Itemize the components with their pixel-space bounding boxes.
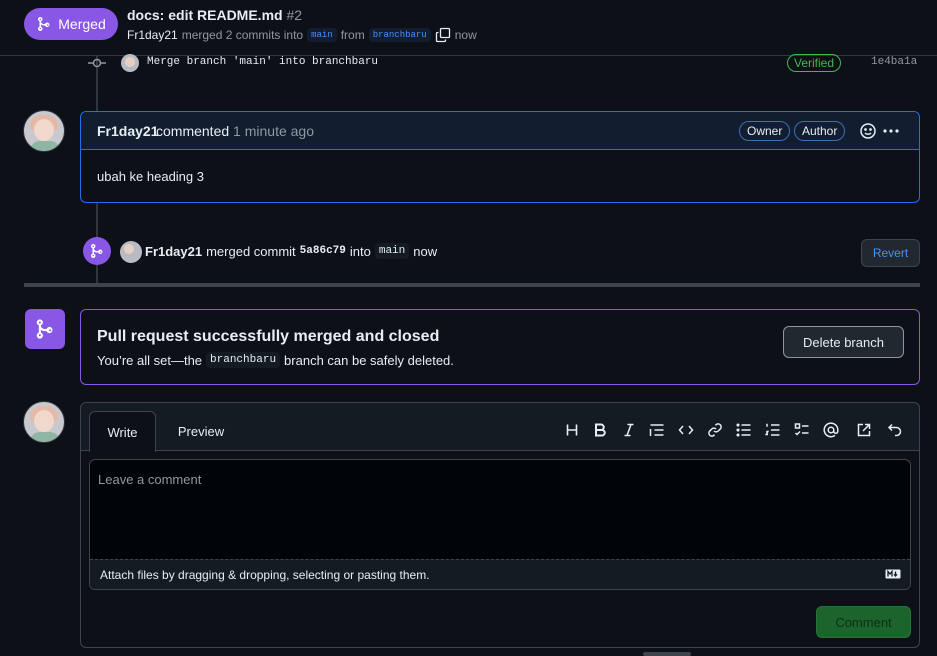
pr-number: #2: [286, 7, 303, 23]
merge-verb: merged commit: [206, 243, 296, 259]
attach-files-text: Attach files by dragging & dropping, sel…: [100, 568, 430, 582]
merged-status-badge: Merged: [24, 8, 118, 40]
pr-meta: Fr1day21 merged 2 commits into main from…: [127, 27, 477, 43]
merged-banner-branch[interactable]: branchbaru: [206, 352, 281, 368]
merge-into-text: into: [349, 243, 371, 259]
undo-icon[interactable]: [886, 421, 904, 439]
avatar[interactable]: [23, 401, 65, 443]
merged-banner-suffix: branch can be safely deleted.: [284, 352, 454, 368]
comment-header: Fr1day21 commented 1 minute ago Owner Au…: [81, 112, 919, 150]
merged-banner-prefix: You’re all set—the: [97, 352, 203, 368]
head-branch-tag[interactable]: branchbaru: [368, 28, 431, 42]
comment-textarea[interactable]: [90, 460, 910, 559]
git-merge-icon: [38, 17, 50, 31]
delete-branch-button[interactable]: Delete branch: [783, 326, 904, 358]
markdown-icon[interactable]: [885, 569, 901, 579]
revert-button[interactable]: Revert: [861, 239, 920, 267]
comment-submit-button[interactable]: Comment: [816, 606, 911, 638]
comment-body: ubah ke heading 3: [97, 169, 204, 184]
git-commit-icon: [88, 58, 106, 68]
merge-event: Fr1day21 merged commit 5a86c79 into main…: [83, 237, 920, 267]
code-icon[interactable]: [677, 421, 695, 439]
task-list-icon[interactable]: [793, 421, 811, 439]
merge-time[interactable]: now: [413, 244, 437, 259]
commit-sha-link[interactable]: 1e4ba1a: [871, 56, 917, 68]
base-branch-tag[interactable]: main: [307, 28, 337, 42]
unordered-list-icon[interactable]: [735, 421, 753, 439]
merge-event-text: Fr1day21 merged commit 5a86c79 into main…: [145, 243, 437, 259]
mention-icon[interactable]: [822, 421, 840, 439]
merge-author-link[interactable]: Fr1day21: [145, 244, 202, 259]
git-merge-icon: [36, 319, 53, 339]
pr-title: docs: edit README.md #2: [127, 7, 302, 23]
git-merge-icon: [91, 244, 103, 258]
timeline-divider: [24, 283, 920, 287]
comment-timestamp[interactable]: 1 minute ago: [233, 123, 314, 139]
comment-card: Fr1day21 commented 1 minute ago Owner Au…: [80, 111, 920, 203]
link-icon[interactable]: [706, 421, 724, 439]
scrollbar-thumb[interactable]: [643, 652, 691, 656]
pr-title-text: docs: edit README.md: [127, 7, 283, 23]
avatar[interactable]: [23, 110, 65, 152]
pr-sticky-header: Merged docs: edit README.md #2 Fr1day21 …: [0, 0, 937, 56]
editor-toolbar: Write Preview: [81, 403, 919, 452]
merge-branch-tag[interactable]: main: [374, 243, 410, 259]
author-badge: Author: [794, 121, 846, 141]
comment-textarea-wrapper: Attach files by dragging & dropping, sel…: [89, 459, 911, 590]
merged-banner-badge: [25, 309, 65, 349]
avatar[interactable]: [121, 54, 139, 72]
pr-time: now: [454, 28, 477, 42]
kebab-horizontal-icon[interactable]: [882, 122, 900, 140]
heading-icon[interactable]: [563, 421, 581, 439]
comment-action: commented: [156, 123, 230, 139]
pr-author-link[interactable]: Fr1day21: [127, 28, 178, 42]
quote-icon[interactable]: [648, 421, 666, 439]
pr-from-text: from: [340, 28, 365, 42]
comment-editor: Write Preview Attach files by dragging &…: [80, 402, 920, 648]
italic-icon[interactable]: [620, 421, 638, 439]
merged-status-label: Merged: [58, 16, 106, 32]
merged-banner: Pull request successfully merged and clo…: [80, 309, 920, 385]
copy-icon[interactable]: [435, 27, 451, 43]
pr-merged-text: merged 2 commits into: [181, 28, 304, 42]
verified-badge[interactable]: Verified: [787, 54, 842, 72]
attach-files-bar[interactable]: Attach files by dragging & dropping, sel…: [90, 559, 910, 589]
smiley-icon[interactable]: [859, 122, 877, 140]
merged-banner-subtitle: You’re all set—the branchbaru branch can…: [97, 352, 454, 368]
commit-message-link[interactable]: Merge branch 'main' into branchbaru: [147, 56, 378, 68]
ordered-list-icon[interactable]: [764, 421, 782, 439]
tab-write[interactable]: Write: [89, 411, 156, 452]
tab-preview[interactable]: Preview: [165, 411, 237, 451]
merge-commit-sha-link[interactable]: 5a86c79: [300, 245, 346, 257]
merge-event-badge: [83, 237, 111, 265]
avatar[interactable]: [120, 241, 142, 263]
comment-author-link[interactable]: Fr1day21: [97, 123, 158, 139]
owner-badge: Owner: [739, 121, 791, 141]
comment-meta: commented 1 minute ago: [156, 123, 314, 139]
bold-icon[interactable]: [591, 421, 609, 439]
merged-banner-title: Pull request successfully merged and clo…: [97, 328, 440, 345]
commit-row: Merge branch 'main' into branchbaru Veri…: [88, 54, 920, 72]
reference-icon[interactable]: [855, 421, 873, 439]
